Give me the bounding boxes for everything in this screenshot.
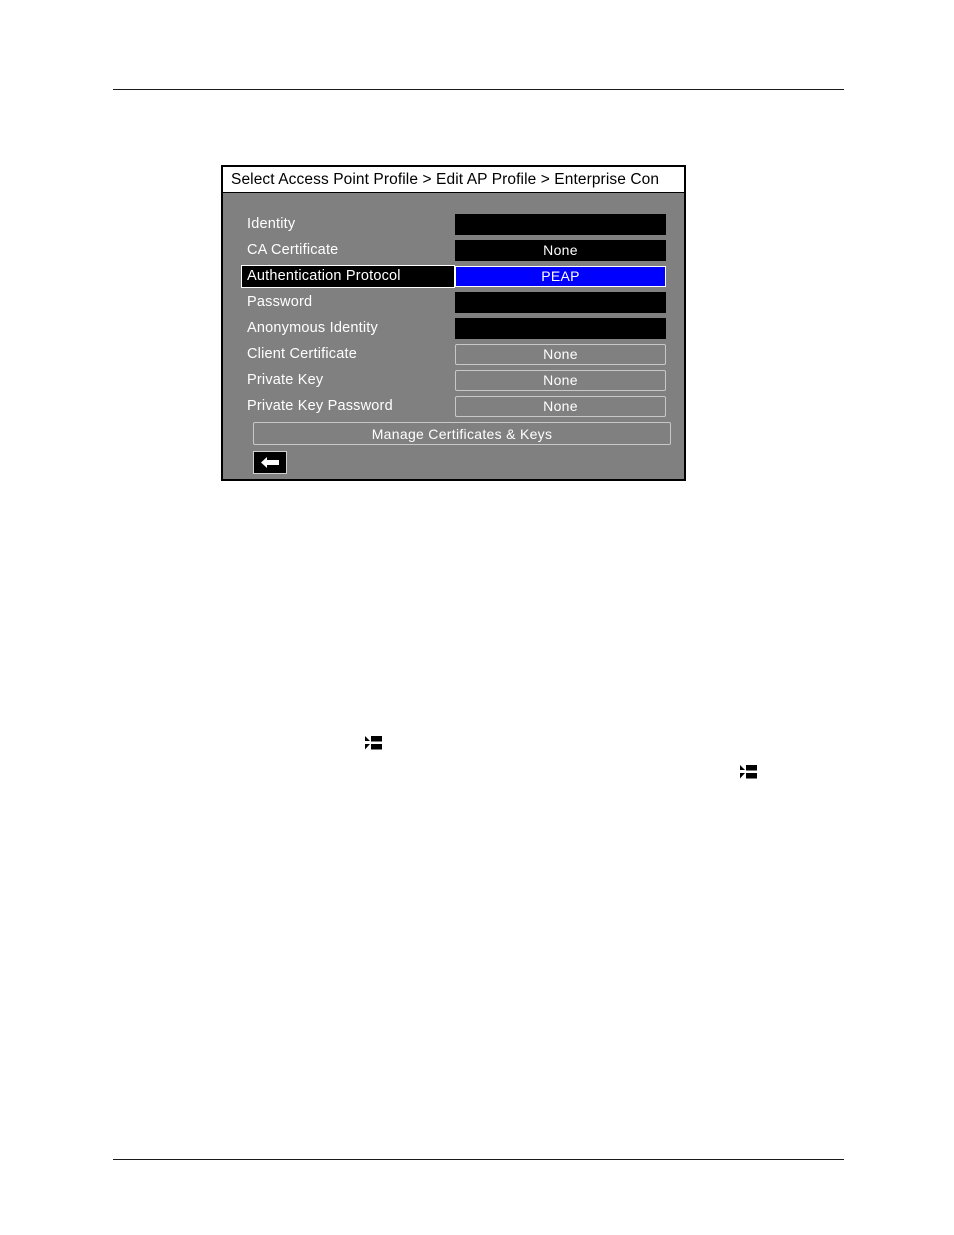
row-label: Password [247,294,313,310]
row-label-selected: Authentication Protocol [241,264,455,288]
password-field[interactable] [455,291,666,313]
settings-row-identity[interactable]: Identity [241,211,666,237]
row-label: Client Certificate [247,346,357,362]
settings-row-ca-certificate[interactable]: CA Certificate None [241,237,666,263]
client-certificate-field[interactable]: None [455,343,666,365]
private-key-password-field[interactable]: None [455,395,666,417]
device-screenshot: Select Access Point Profile > Edit AP Pr… [221,165,686,481]
identity-field[interactable] [455,213,666,235]
settings-row-private-key-password[interactable]: Private Key Password None [241,393,666,419]
manage-certificates-and-keys-button[interactable]: Manage Certificates & Keys [253,422,671,445]
back-arrow-glyph-icon [740,764,758,780]
settings-row-password[interactable]: Password [241,289,666,315]
back-arrow-glyph-icon [365,735,383,751]
device-titlebar: Select Access Point Profile > Edit AP Pr… [223,167,684,193]
row-label: Private Key [247,372,324,388]
row-label: CA Certificate [247,242,339,258]
authentication-protocol-field[interactable]: PEAP [455,265,666,287]
settings-row-client-certificate[interactable]: Client Certificate None [241,341,666,367]
row-label: Anonymous Identity [247,320,378,336]
footer-rule [113,1159,844,1160]
device-screen-body: Identity CA Certificate None Authenticat… [223,193,684,479]
settings-row-private-key[interactable]: Private Key None [241,367,666,393]
back-button[interactable] [253,451,287,474]
document-page: Select Access Point Profile > Edit AP Pr… [0,0,954,1235]
breadcrumb: Select Access Point Profile > Edit AP Pr… [231,171,660,188]
ca-certificate-field[interactable]: None [455,239,666,261]
private-key-field[interactable]: None [455,369,666,391]
header-rule [113,89,844,90]
left-arrow-icon [259,456,281,469]
anonymous-identity-field[interactable] [455,317,666,339]
row-label: Identity [247,216,296,232]
row-label: Private Key Password [247,398,393,414]
settings-row-anonymous-identity[interactable]: Anonymous Identity [241,315,666,341]
settings-row-authentication-protocol[interactable]: Authentication Protocol PEAP [241,263,666,289]
